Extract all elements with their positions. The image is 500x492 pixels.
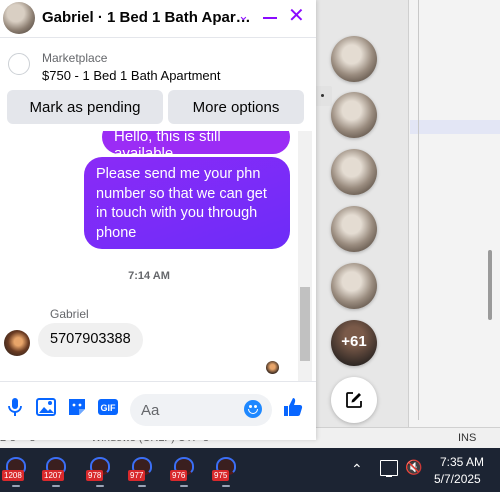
sticker-icon[interactable]	[66, 396, 88, 418]
listing-title[interactable]: $750 - 1 Bed 1 Bath Apartment	[42, 68, 221, 83]
notification-badge: 975	[212, 470, 230, 481]
message-input-placeholder: Aa	[141, 402, 160, 419]
background-divider	[418, 0, 419, 420]
listing-source: Marketplace	[42, 51, 108, 65]
mark-as-pending-button[interactable]: Mark as pending	[7, 90, 163, 124]
message-bubble-incoming: 5707903388	[38, 323, 143, 357]
chat-scrollbar-thumb[interactable]	[300, 287, 310, 361]
seen-indicator-avatar	[266, 361, 279, 374]
chat-head[interactable]	[331, 206, 377, 252]
notification-badge: 978	[86, 470, 104, 481]
thumbs-up-icon[interactable]	[282, 396, 304, 424]
sender-avatar[interactable]	[4, 330, 30, 356]
background-side-panel	[408, 0, 500, 448]
listing-status-radio[interactable]	[8, 53, 30, 75]
chat-head[interactable]	[331, 36, 377, 82]
network-icon[interactable]	[380, 460, 398, 477]
chevron-up-icon[interactable]: ⌃	[351, 461, 363, 478]
taskbar-app[interactable]: 977	[128, 455, 158, 487]
sender-name: Gabriel	[50, 307, 89, 321]
chat-title[interactable]: Gabriel · 1 Bed 1 Bath Apar…	[42, 9, 251, 26]
taskbar-app[interactable]: 1207	[42, 455, 72, 487]
gif-icon[interactable]: GIF	[97, 396, 119, 418]
chat-head[interactable]	[331, 149, 377, 195]
windows-taskbar	[0, 448, 500, 492]
insert-mode-indicator[interactable]: INS	[458, 432, 476, 444]
more-chats-count: +61	[341, 333, 367, 350]
notification-badge: 977	[128, 470, 146, 481]
photo-icon[interactable]	[35, 396, 57, 418]
notification-badge: 1207	[42, 470, 64, 481]
clock-time[interactable]: 7:35 AM	[440, 455, 484, 469]
chevron-down-icon[interactable]: ⌄	[238, 8, 249, 24]
background-highlight-line	[410, 120, 500, 134]
compose-icon	[346, 392, 362, 408]
taskbar-app[interactable]: 976	[170, 455, 200, 487]
message-bubble-outgoing: Hello, this is still available	[102, 131, 290, 154]
message-bubble-outgoing: Please send me your phn number so that w…	[84, 157, 290, 249]
volume-muted-icon[interactable]: 🔇	[405, 459, 422, 476]
more-options-button[interactable]: More options	[168, 90, 304, 124]
listing-avatar[interactable]	[3, 2, 35, 34]
chat-head[interactable]	[331, 92, 377, 138]
microphone-icon[interactable]	[4, 396, 26, 418]
notification-badge: 1208	[2, 470, 24, 481]
new-message-button[interactable]	[331, 377, 377, 423]
background-scrollbar[interactable]	[488, 250, 492, 320]
chat-head[interactable]	[331, 263, 377, 309]
minimize-icon[interactable]	[263, 17, 277, 19]
message-timestamp: 7:14 AM	[128, 270, 170, 282]
taskbar-app[interactable]: 978	[86, 455, 116, 487]
clock-date[interactable]: 5/7/2025	[434, 472, 481, 486]
taskbar-app[interactable]: 1208	[2, 455, 32, 487]
svg-text:GIF: GIF	[101, 403, 117, 413]
close-icon[interactable]: ✕	[288, 4, 305, 28]
message-thread[interactable]: Hello, this is still available Please se…	[0, 131, 298, 381]
notification-badge: 976	[170, 470, 188, 481]
taskbar-app[interactable]: 975	[212, 455, 242, 487]
